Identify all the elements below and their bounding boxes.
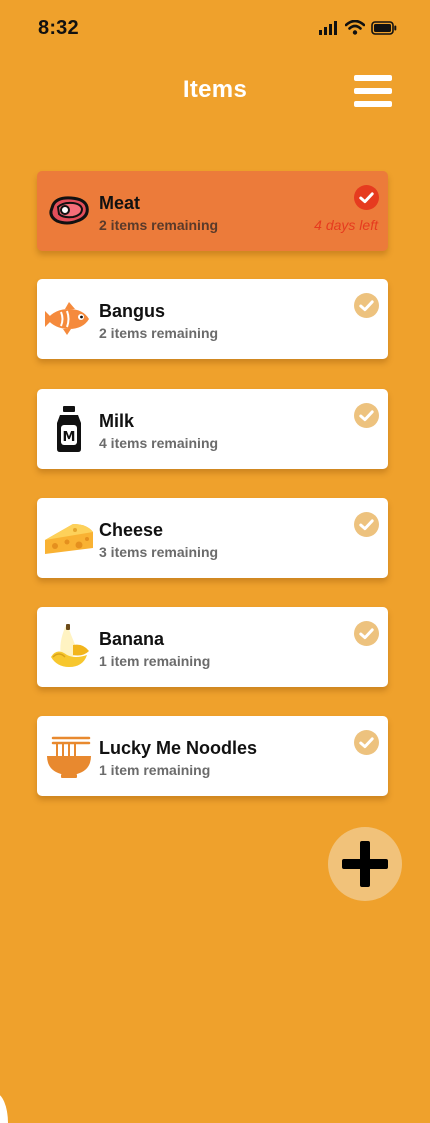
check-circle-icon[interactable] — [354, 403, 379, 428]
list-item-milk[interactable]: M Milk 4 items remaining — [37, 389, 388, 469]
meat-icon — [49, 196, 89, 225]
check-circle-icon[interactable] — [354, 185, 379, 210]
status-time: 8:32 — [38, 17, 79, 39]
item-name: Bangus — [99, 301, 166, 321]
fish-icon — [45, 302, 89, 335]
list-item-noodles[interactable]: Lucky Me Noodles 1 item remaining — [37, 716, 388, 796]
check-circle-icon[interactable] — [354, 730, 379, 755]
milk-bottle-icon: M — [57, 406, 81, 452]
item-name: Cheese — [99, 520, 164, 540]
item-remaining: 2 items remaining — [99, 217, 219, 233]
check-circle-icon[interactable] — [354, 293, 379, 318]
item-name: Milk — [99, 411, 135, 431]
check-circle-icon[interactable] — [354, 512, 379, 537]
item-remaining: 1 item remaining — [99, 653, 211, 669]
item-name: Banana — [99, 629, 165, 649]
corner-decoration — [0, 1093, 8, 1123]
status-bar: 8:32 — [0, 0, 430, 56]
header: Items — [0, 70, 430, 116]
status-icons — [319, 20, 397, 35]
item-name: Meat — [99, 193, 141, 213]
cheese-icon — [45, 524, 93, 554]
wifi-icon — [345, 20, 365, 35]
item-remaining: 4 items remaining — [99, 435, 219, 451]
battery-icon — [371, 20, 397, 35]
list-item-banana[interactable]: Banana 1 item remaining — [37, 607, 388, 687]
screen: 8:32 Items Meat 2 items remaining 4 days… — [0, 0, 430, 1123]
banana-icon — [51, 624, 89, 667]
add-item-button[interactable] — [328, 827, 402, 901]
days-left-label: 4 days left — [314, 217, 378, 233]
list-item-cheese[interactable]: Cheese 3 items remaining — [37, 498, 388, 578]
hamburger-menu-icon[interactable] — [354, 75, 392, 109]
check-circle-icon[interactable] — [354, 621, 379, 646]
list-item-meat[interactable]: Meat 2 items remaining 4 days left — [37, 171, 388, 251]
item-remaining: 1 item remaining — [99, 762, 211, 778]
list-item-bangus[interactable]: Bangus 2 items remaining — [37, 279, 388, 359]
item-name: Lucky Me Noodles — [99, 738, 258, 758]
item-remaining: 2 items remaining — [99, 325, 219, 341]
signal-icon — [319, 20, 337, 35]
svg-text:M: M — [63, 430, 76, 445]
item-remaining: 3 items remaining — [99, 544, 219, 560]
noodles-icon — [47, 736, 91, 778]
